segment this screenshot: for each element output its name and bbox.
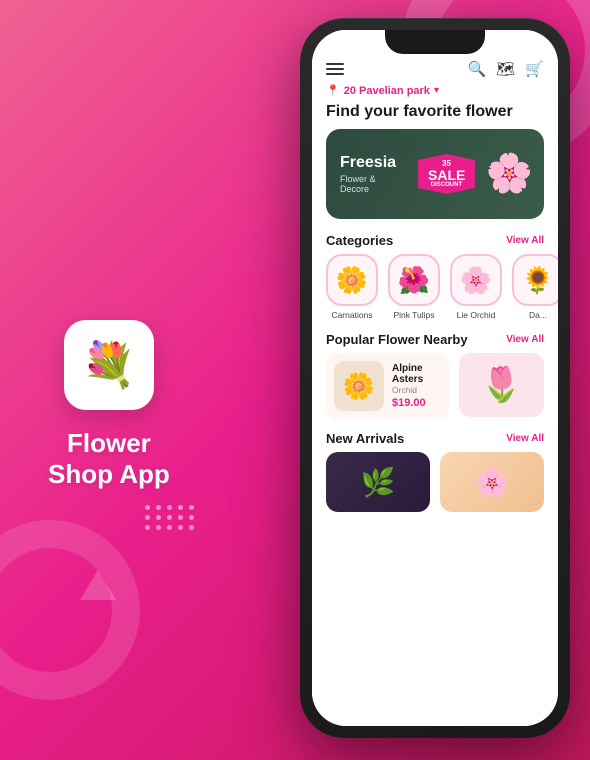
arrival-left-icon: 🌿 [361, 466, 396, 499]
categories-view-all[interactable]: View All [506, 235, 544, 246]
popular-flower-card[interactable]: 🌼 Alpine Asters Orchid $19.00 [326, 353, 449, 419]
popular-title: Popular Flower Nearby [326, 332, 468, 347]
popular-flower-right-icon: 🌷 [480, 365, 522, 405]
menu-line-3 [326, 73, 344, 75]
page-title: Find your favorite flower [312, 101, 558, 129]
phone-inner: 🔍 🗺 🛒 📍 20 Pavelian park ▾ Find your fav… [312, 30, 558, 726]
app-icon-section: 💐 Flower Shop App [48, 320, 170, 490]
location-chevron-icon: ▾ [434, 85, 439, 96]
popular-row: 🌼 Alpine Asters Orchid $19.00 🌷 [312, 353, 558, 427]
banner-flower-image: 🌸 [475, 129, 544, 219]
categories-header: Categories View All [312, 229, 558, 254]
category-daisy[interactable]: 🌻 Da... [512, 254, 558, 320]
pink-tulips-label: Pink Tulips [393, 310, 434, 320]
popular-header: Popular Flower Nearby View All [312, 328, 558, 353]
category-pink-tulips[interactable]: 🌺 Pink Tulips [388, 254, 440, 320]
location-bar[interactable]: 📍 20 Pavelian park ▾ [312, 82, 558, 101]
new-arrivals-title: New Arrivals [326, 431, 404, 446]
carnations-label: Carnations [331, 310, 372, 320]
new-arrivals-view-all[interactable]: View All [506, 433, 544, 444]
lie-orchid-label: Lie Orchid [457, 310, 496, 320]
location-pin-icon: 📍 [326, 84, 340, 97]
phone-outer: 🔍 🗺 🛒 📍 20 Pavelian park ▾ Find your fav… [300, 18, 570, 738]
phone-screen: 🔍 🗺 🛒 📍 20 Pavelian park ▾ Find your fav… [312, 30, 558, 726]
map-icon[interactable]: 🗺 [496, 60, 515, 78]
daisy-icon: 🌻 [512, 254, 558, 306]
carnations-icon: 🌼 [326, 254, 378, 306]
bg-decoration-triangle [80, 570, 116, 600]
app-header: 🔍 🗺 🛒 [312, 58, 558, 82]
sale-sub: DISCOUNT [428, 182, 465, 188]
promo-banner[interactable]: Freesia Flower & Decore 35 SALE DISCOUNT… [326, 129, 544, 219]
menu-line-2 [326, 68, 344, 70]
popular-flower-info: Alpine Asters Orchid $19.00 [392, 363, 441, 409]
app-title: Flower Shop App [48, 428, 170, 490]
cart-icon[interactable]: 🛒 [525, 60, 544, 78]
header-icons: 🔍 🗺 🛒 [468, 60, 544, 78]
daisy-label: Da... [529, 310, 547, 320]
lie-orchid-icon: 🌸 [450, 254, 502, 306]
categories-title: Categories [326, 233, 393, 248]
sale-badge: 35 SALE DISCOUNT [418, 154, 475, 194]
phone-notch [385, 30, 485, 54]
banner-title: Freesia [340, 154, 396, 172]
phone-mockup: 🔍 🗺 🛒 📍 20 Pavelian park ▾ Find your fav… [300, 18, 570, 738]
search-icon[interactable]: 🔍 [468, 60, 487, 78]
category-lie-orchid[interactable]: 🌸 Lie Orchid [450, 254, 502, 320]
popular-view-all[interactable]: View All [506, 334, 544, 345]
popular-flower-card-right[interactable]: 🌷 [459, 353, 544, 417]
popular-flower-image: 🌼 [334, 361, 384, 411]
arrival-right-icon: 🌸 [475, 466, 510, 499]
dots-decoration [145, 505, 195, 530]
menu-button[interactable] [326, 63, 344, 75]
arrival-card-right[interactable]: 🌸 [440, 452, 544, 512]
banner-subtitle: Flower & Decore [340, 174, 396, 194]
categories-list: 🌼 Carnations 🌺 Pink Tulips 🌸 Lie Orchid … [312, 254, 558, 328]
popular-flower-price: $19.00 [392, 397, 441, 409]
sale-word: SALE [428, 168, 465, 182]
new-arrivals-row: 🌿 🌸 [312, 452, 558, 520]
banner-text: Freesia Flower & Decore [326, 144, 410, 204]
category-carnations[interactable]: 🌼 Carnations [326, 254, 378, 320]
menu-line-1 [326, 63, 344, 65]
pink-tulips-icon: 🌺 [388, 254, 440, 306]
popular-flower-name: Alpine Asters [392, 363, 441, 385]
location-text: 20 Pavelian park [344, 85, 430, 97]
bg-decoration-bottom [0, 520, 140, 700]
popular-flower-type: Orchid [392, 385, 441, 395]
arrival-card-left[interactable]: 🌿 [326, 452, 430, 512]
new-arrivals-header: New Arrivals View All [312, 427, 558, 452]
app-icon: 💐 [64, 320, 154, 410]
